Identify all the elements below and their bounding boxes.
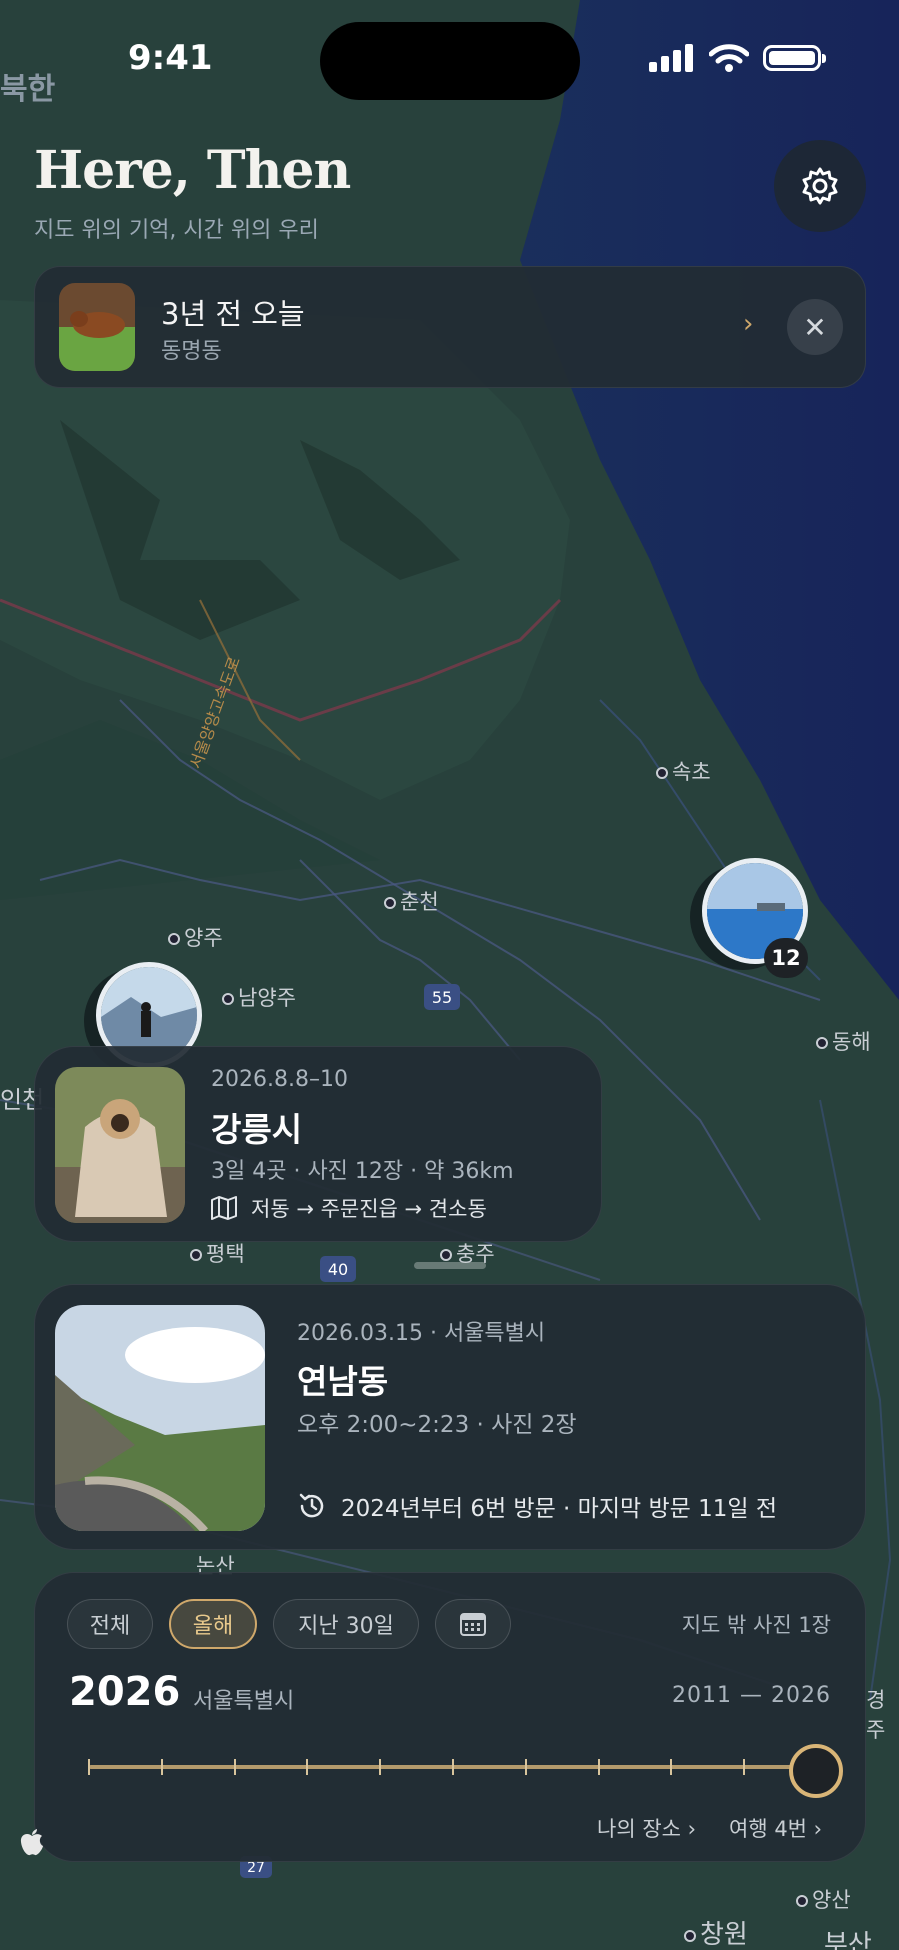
gear-icon	[802, 167, 838, 205]
dynamic-island	[320, 22, 580, 100]
map-label: 동해	[816, 1026, 871, 1056]
trip-meta: 3일 4곳 · 사진 12장 · 약 36km	[211, 1159, 514, 1184]
wifi-icon	[709, 44, 749, 72]
trip-route: 저동 → 주문진읍 → 견소동	[211, 1193, 487, 1223]
timeline-tick	[452, 1759, 454, 1775]
timeline-range: 2011 — 2026	[672, 1683, 831, 1708]
close-icon: ✕	[803, 310, 827, 344]
cellular-signal-icon	[649, 44, 693, 72]
screen: 55 40 27 서울양양고속도로 북한 속초 춘천 양주 남양주 동해 인천 …	[0, 0, 899, 1950]
timeline-tick	[743, 1759, 745, 1775]
svg-text:40: 40	[328, 1260, 348, 1279]
history-text: 2024년부터 6번 방문 · 마지막 방문 11일 전	[341, 1496, 778, 1522]
timeline-tick	[670, 1759, 672, 1775]
svg-text:55: 55	[432, 988, 452, 1007]
map-label: 북한	[0, 72, 56, 107]
filter-chip-last-30-days[interactable]: 지난 30일	[273, 1599, 419, 1649]
settings-button[interactable]	[774, 140, 866, 232]
map-label: 양산	[796, 1884, 851, 1914]
cluster-count-badge: 12	[764, 938, 808, 978]
close-button[interactable]: ✕	[787, 299, 843, 355]
map-label: 남양주	[222, 982, 296, 1012]
filter-chip-all[interactable]: 전체	[67, 1599, 153, 1649]
visit-history: 2024년부터 6번 방문 · 마지막 방문 11일 전	[297, 1489, 777, 1523]
map-icon	[211, 1196, 237, 1220]
sheet-grabber[interactable]	[414, 1262, 486, 1269]
battery-icon	[763, 45, 826, 71]
map-label: 경주	[866, 1688, 886, 1742]
place-time: 오후 2:00~2:23 · 사진 2장	[297, 1412, 577, 1438]
road-shield-55: 55	[424, 984, 460, 1010]
app-title: Here, Then	[34, 140, 351, 201]
map-label: 부산	[824, 1930, 872, 1950]
memory-thumbnail	[59, 283, 135, 371]
timeline-tick	[379, 1759, 381, 1775]
my-places-link[interactable]: 나의 장소 ›	[597, 1813, 696, 1843]
timeline-slider-thumb[interactable]	[789, 1744, 843, 1798]
memory-place: 동명동	[161, 339, 222, 364]
timeline-tick	[525, 1759, 527, 1775]
place-card[interactable]: 2026.03.15 · 서울특별시 연남동 오후 2:00~2:23 · 사진…	[34, 1284, 866, 1550]
timeline-tick	[306, 1759, 308, 1775]
calendar-icon	[460, 1613, 486, 1636]
trip-thumbnail	[55, 1067, 185, 1223]
place-name: 연남동	[297, 1362, 389, 1401]
memory-title: 3년 전 오늘	[161, 297, 305, 331]
timeline-tick	[88, 1759, 90, 1775]
place-date: 2026.03.15 · 서울특별시	[297, 1321, 546, 1346]
place-thumbnail	[55, 1305, 265, 1531]
trip-card[interactable]: 2026.8.8–10 강릉시 3일 4곳 · 사진 12장 · 약 36km …	[34, 1046, 602, 1242]
trip-date: 2026.8.8–10	[211, 1067, 348, 1092]
road-shield-40: 40	[320, 1256, 356, 1282]
route-text: 저동 → 주문진읍 → 견소동	[251, 1197, 487, 1221]
timeline-panel: 전체 올해 지난 30일 지도 밖 사진 1장 2026 서울특별시 2011 …	[34, 1572, 866, 1862]
map-label: 평택	[190, 1238, 245, 1268]
timeline-tick	[598, 1759, 600, 1775]
history-icon	[299, 1493, 324, 1518]
outside-map-photos[interactable]: 지도 밖 사진 1장	[682, 1609, 831, 1639]
map-label: 속초	[656, 756, 711, 786]
status-time: 9:41	[128, 38, 213, 78]
trip-name: 강릉시	[211, 1110, 303, 1149]
app-subtitle: 지도 위의 기억, 시간 위의 우리	[34, 218, 319, 243]
status-icons	[649, 44, 826, 72]
chevron-right-icon[interactable]: ›	[743, 309, 753, 339]
map-label: 창원	[684, 1914, 748, 1950]
on-this-day-banner[interactable]: 3년 전 오늘 동명동 › ✕	[34, 266, 866, 388]
map-label: 양주	[168, 922, 223, 952]
apple-maps-logo	[20, 1829, 43, 1856]
calendar-button[interactable]	[435, 1599, 511, 1649]
svg-text:27: 27	[247, 1860, 265, 1876]
map-label: 춘천	[384, 886, 439, 916]
trips-link[interactable]: 여행 4번 ›	[729, 1813, 822, 1843]
timeline-region: 서울특별시	[193, 1689, 295, 1714]
timeline-tick	[234, 1759, 236, 1775]
filter-chip-this-year[interactable]: 올해	[169, 1599, 257, 1649]
timeline-tick	[161, 1759, 163, 1775]
timeline-year: 2026	[69, 1669, 181, 1715]
